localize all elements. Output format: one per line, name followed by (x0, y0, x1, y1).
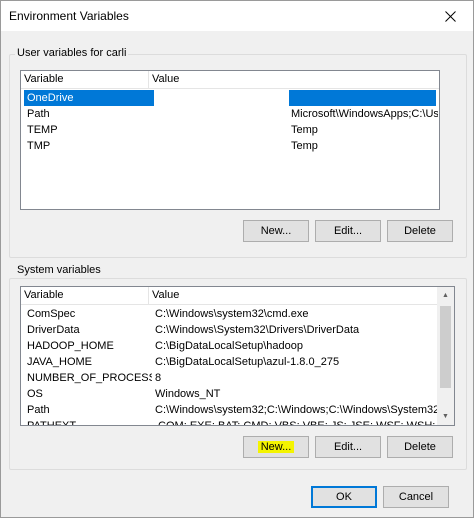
system-delete-button[interactable]: Delete (387, 436, 453, 458)
system-list-header: Variable Value (21, 287, 437, 305)
ok-button[interactable]: OK (311, 486, 377, 508)
list-item[interactable]: HADOOP_HOME C:\BigDataLocalSetup\hadoop (21, 338, 437, 354)
system-variables-list[interactable]: Variable Value ComSpec C:\Windows\system… (20, 286, 455, 426)
list-item[interactable]: TEMP Temp (21, 122, 439, 138)
user-list-header: Variable Value (21, 71, 439, 89)
list-item[interactable]: OneDrive (21, 90, 439, 106)
cancel-button[interactable]: Cancel (383, 486, 449, 508)
scroll-down-icon[interactable]: ▼ (437, 408, 454, 425)
scroll-thumb[interactable] (440, 306, 451, 388)
list-item[interactable]: ComSpec C:\Windows\system32\cmd.exe (21, 306, 437, 322)
variable-value: Windows_NT (155, 388, 221, 400)
variable-name: OneDrive (24, 90, 154, 106)
variable-value: .COM;.EXE;.BAT;.CMD;.VBS;.VBE;.JS;.JSE;.… (155, 420, 437, 426)
column-header-value[interactable]: Value (149, 287, 437, 304)
system-new-button[interactable]: New... (243, 436, 309, 458)
user-variables-label: User variables for carli (15, 47, 129, 59)
variable-name: TEMP (27, 124, 58, 136)
close-icon (444, 10, 456, 22)
variable-name: Path (27, 108, 50, 120)
variable-name: HADOOP_HOME (27, 340, 114, 352)
variable-name: DriverData (27, 324, 80, 336)
list-item[interactable]: DriverData C:\Windows\System32\Drivers\D… (21, 322, 437, 338)
scroll-up-icon[interactable]: ▲ (437, 287, 454, 304)
variable-value: C:\BigDataLocalSetup\hadoop (155, 340, 303, 352)
column-header-variable[interactable]: Variable (21, 71, 149, 88)
variable-value: 8 (155, 372, 162, 384)
variable-value: C:\BigDataLocalSetup\azul-1.8.0_275 (155, 356, 340, 368)
system-edit-button[interactable]: Edit... (315, 436, 381, 458)
list-item[interactable]: JAVA_HOME C:\BigDataLocalSetup\azul-1.8.… (21, 354, 437, 370)
list-item[interactable]: OS Windows_NT (21, 386, 437, 402)
variable-name: Path (27, 404, 50, 416)
variable-value: C:\Windows\system32;C:\Windows;C:\Window… (155, 404, 437, 416)
column-header-value[interactable]: Value (149, 71, 439, 88)
variable-name: PATHEXT (27, 420, 77, 426)
variable-name: NUMBER_OF_PROCESSORS (27, 372, 152, 384)
user-delete-button[interactable]: Delete (387, 220, 453, 242)
title-bar: Environment Variables (1, 1, 473, 31)
variable-value: C:\Windows\system32\cmd.exe (155, 308, 309, 320)
variable-name: OS (27, 388, 43, 400)
variable-value: Microsoft\WindowsApps;C:\Use... (291, 108, 438, 120)
column-header-variable[interactable]: Variable (21, 287, 149, 304)
variable-value: Temp (291, 124, 318, 136)
variable-value: C:\Windows\System32\Drivers\DriverData (155, 324, 360, 336)
close-button[interactable] (427, 1, 473, 31)
user-edit-button[interactable]: Edit... (315, 220, 381, 242)
user-variables-list[interactable]: Variable Value OneDrive Path Microsoft\W… (20, 70, 440, 210)
system-variables-label: System variables (15, 264, 103, 276)
variable-name: JAVA_HOME (27, 356, 92, 368)
selected-value-highlight (289, 90, 436, 106)
list-item[interactable]: PATHEXT .COM;.EXE;.BAT;.CMD;.VBS;.VBE;.J… (21, 418, 437, 426)
list-item[interactable]: Path C:\Windows\system32;C:\Windows;C:\W… (21, 402, 437, 418)
new-button-highlight: New... (257, 441, 295, 453)
system-list-scrollbar[interactable]: ▲ ▼ (437, 287, 454, 425)
environment-variables-dialog: Environment Variables User variables for… (0, 0, 474, 518)
variable-name: TMP (27, 140, 51, 152)
user-new-button[interactable]: New... (243, 220, 309, 242)
variable-name: ComSpec (27, 308, 76, 320)
dialog-title: Environment Variables (9, 9, 129, 23)
list-item[interactable]: TMP Temp (21, 138, 439, 154)
list-item[interactable]: NUMBER_OF_PROCESSORS 8 (21, 370, 437, 386)
variable-value: Temp (291, 140, 318, 152)
list-item[interactable]: Path Microsoft\WindowsApps;C:\Use... (21, 106, 439, 122)
